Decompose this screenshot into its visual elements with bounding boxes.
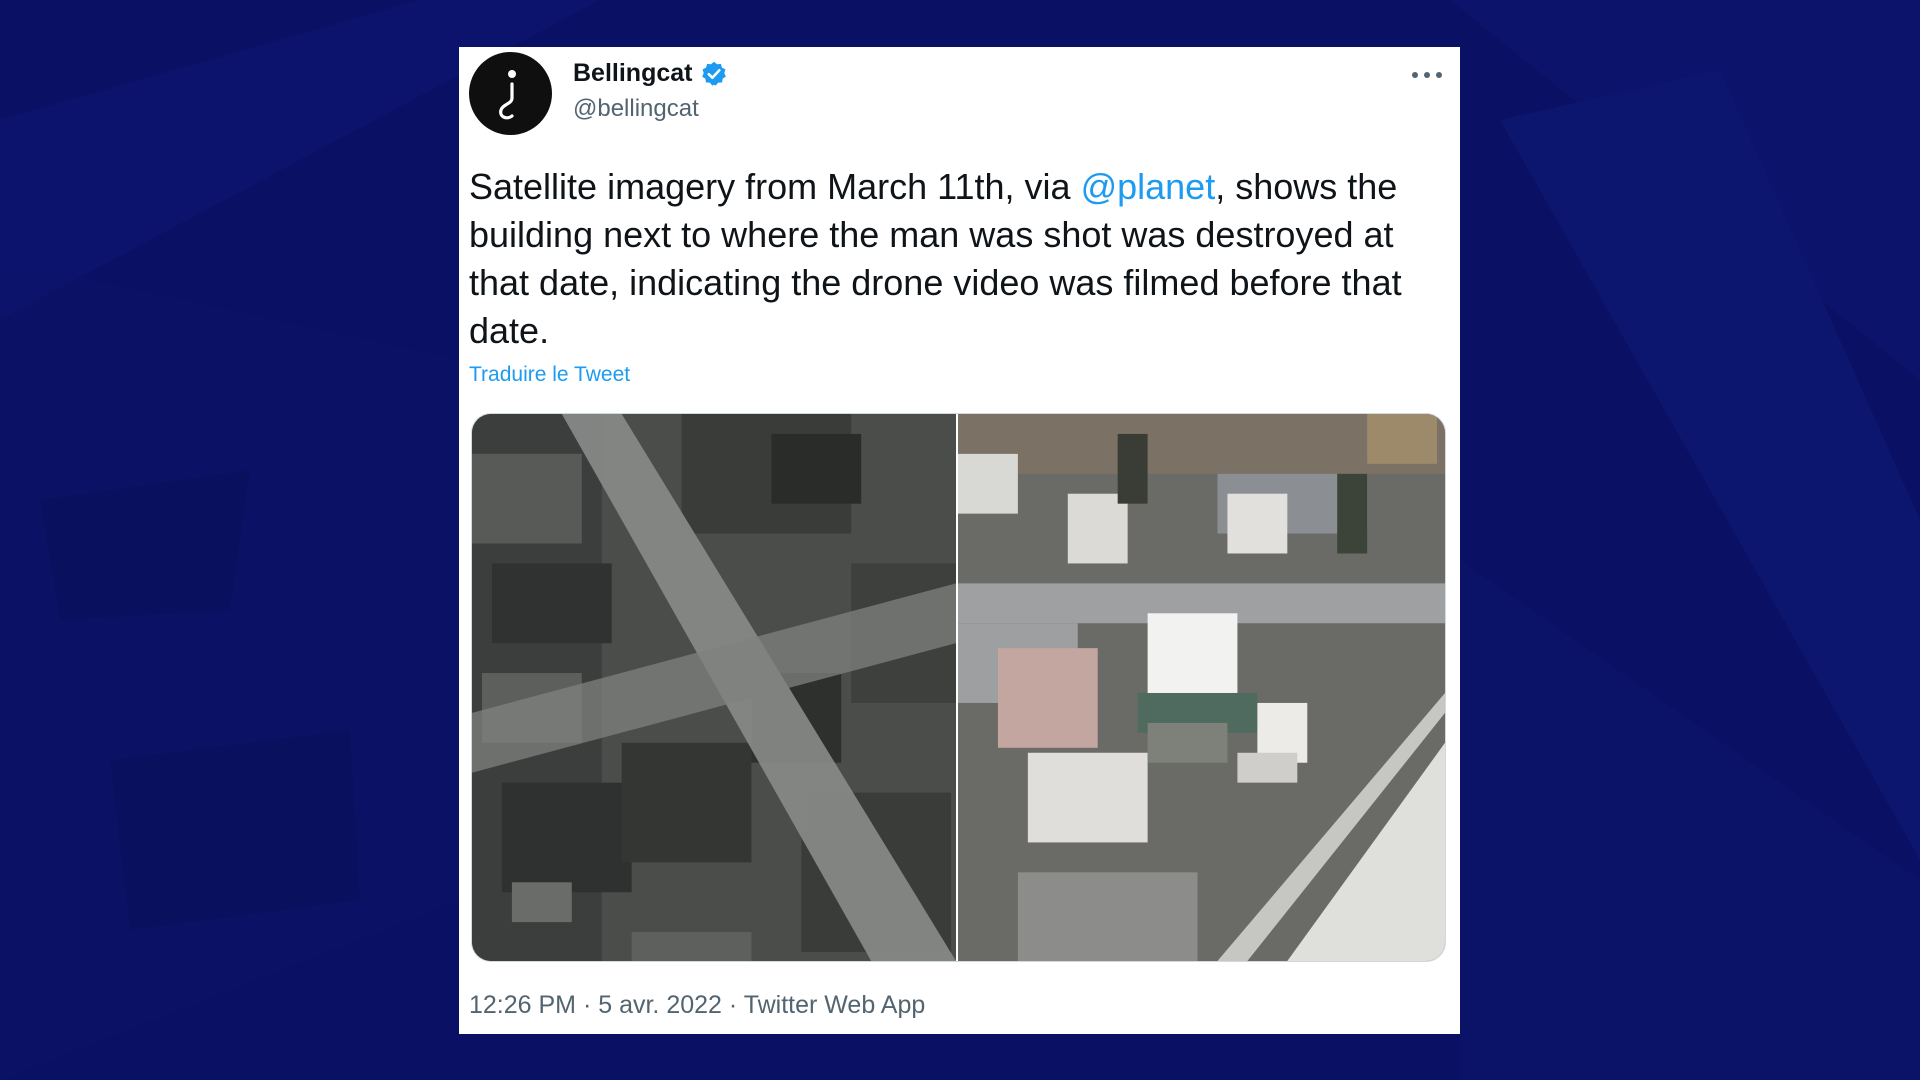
tweet-media[interactable] <box>471 413 1446 962</box>
author-display-name[interactable]: Bellingcat <box>573 59 692 88</box>
dot <box>1424 72 1430 78</box>
avatar[interactable] <box>469 52 552 135</box>
separator: · <box>576 991 599 1019</box>
tweet-date[interactable]: 5 avr. 2022 <box>598 991 722 1019</box>
tweet-text-part-1: Satellite imagery from March 11th, via <box>469 166 1081 207</box>
drone-image-graphic <box>958 414 1445 961</box>
tweet-time[interactable]: 12:26 PM <box>469 991 576 1019</box>
author-name-row: Bellingcat <box>573 59 728 88</box>
tweet-text: Satellite imagery from March 11th, via @… <box>469 163 1449 355</box>
satellite-image[interactable] <box>472 414 956 961</box>
question-hook-logo-icon <box>498 69 516 119</box>
satellite-image-graphic <box>472 414 956 961</box>
drone-video-still[interactable] <box>958 414 1445 961</box>
ellipsis-icon[interactable] <box>1412 65 1442 85</box>
separator: · <box>721 991 744 1019</box>
dot <box>1412 72 1418 78</box>
verified-badge-icon <box>702 61 727 86</box>
dot <box>1436 72 1442 78</box>
mention-link[interactable]: @planet <box>1081 166 1216 207</box>
tweet-metadata: 12:26 PM · 5 avr. 2022 · Twitter Web App <box>469 991 925 1020</box>
tweet-card: Bellingcat @bellingcat Satellite imagery… <box>459 47 1460 1034</box>
author-handle[interactable]: @bellingcat <box>573 95 699 123</box>
translate-tweet-link[interactable]: Traduire le Tweet <box>469 363 630 387</box>
tweet-source[interactable]: Twitter Web App <box>744 991 926 1019</box>
